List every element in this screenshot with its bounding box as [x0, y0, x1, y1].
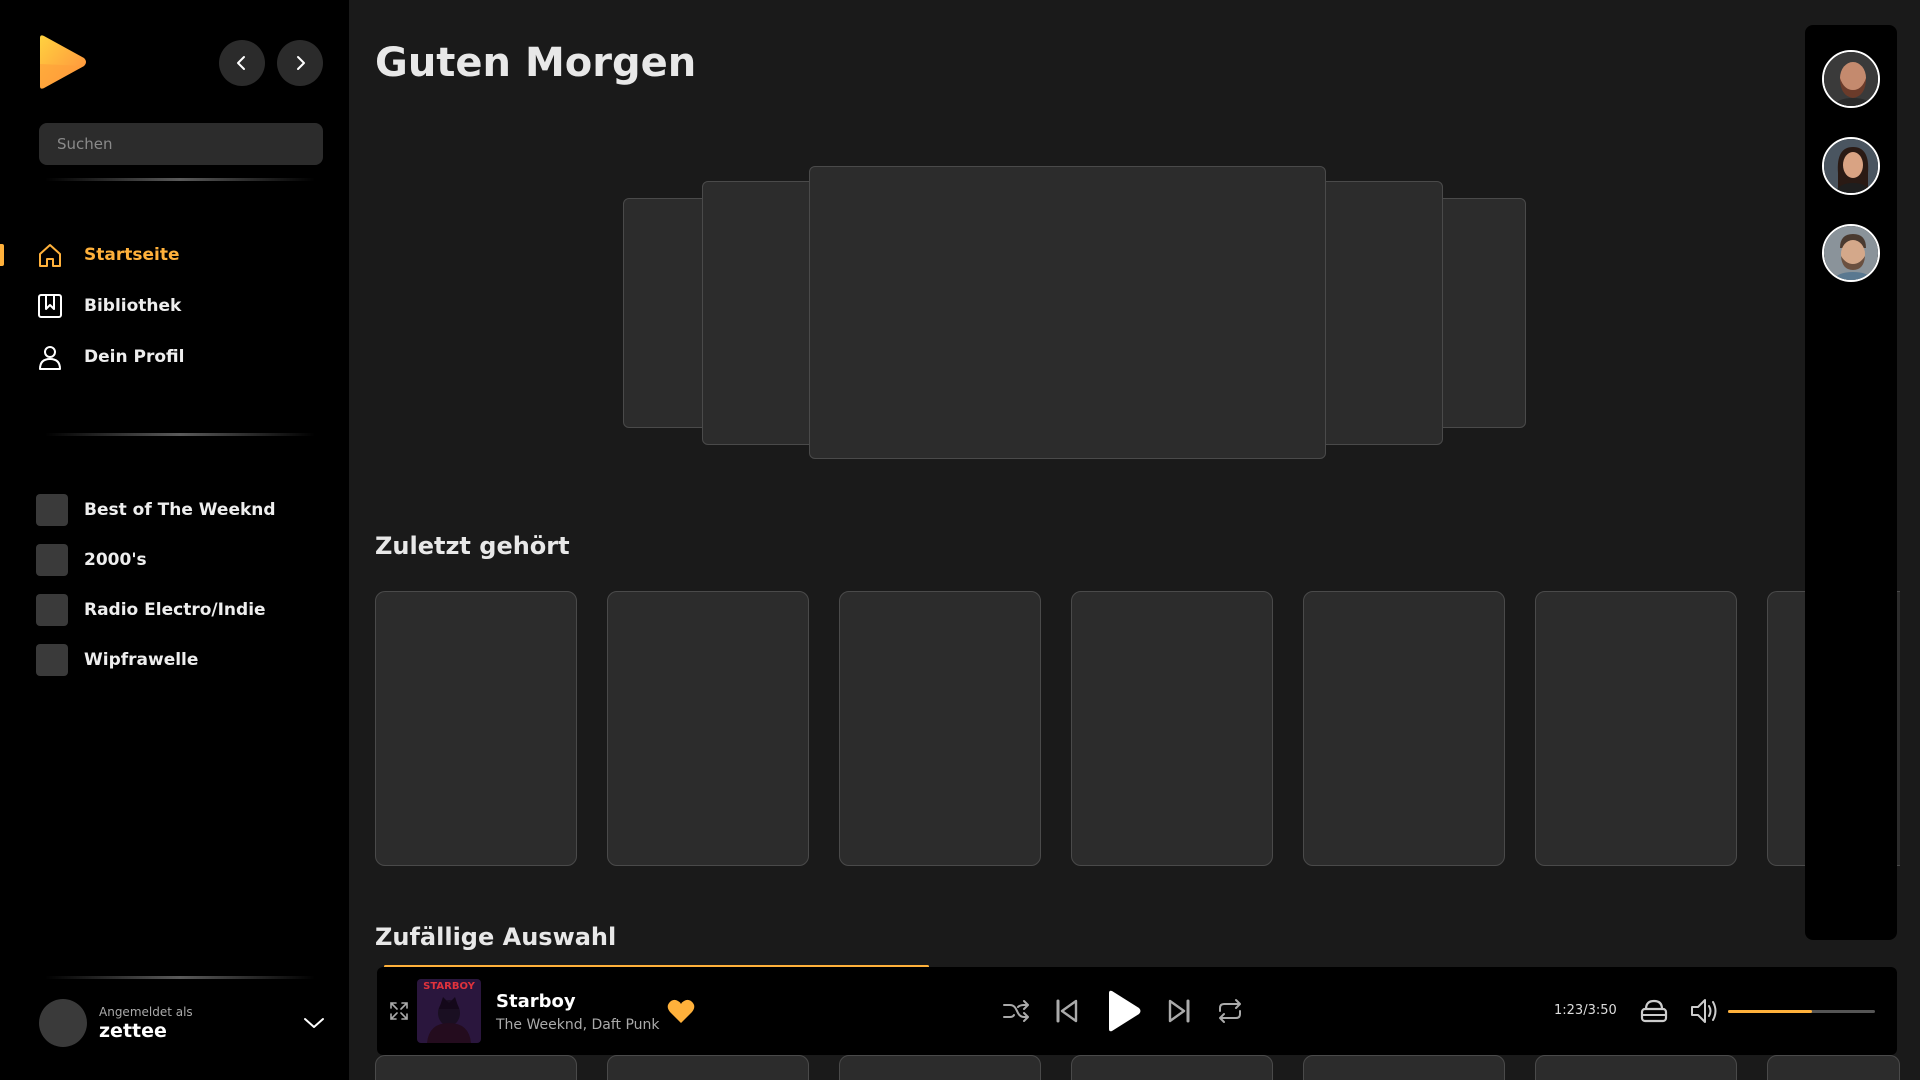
chevron-down-icon[interactable]: [302, 1013, 326, 1033]
playlist-label: 2000's: [84, 550, 147, 570]
random-card[interactable]: [1767, 1055, 1900, 1080]
friend-avatar[interactable]: [1822, 137, 1880, 195]
playlist-thumbnail: [36, 494, 68, 526]
divider: [45, 433, 315, 436]
random-card[interactable]: [607, 1055, 809, 1080]
random-card[interactable]: [1071, 1055, 1273, 1080]
app-logo-icon[interactable]: [36, 34, 88, 90]
chevron-left-icon: [237, 56, 245, 70]
random-card[interactable]: [1303, 1055, 1505, 1080]
playlist-item[interactable]: 2000's: [36, 544, 147, 576]
playlist-item[interactable]: Best of The Weeknd: [36, 494, 276, 526]
repeat-button[interactable]: [1215, 997, 1245, 1025]
recent-card[interactable]: [1303, 591, 1505, 866]
next-button[interactable]: [1167, 998, 1191, 1024]
divider: [45, 976, 315, 979]
previous-button[interactable]: [1055, 998, 1079, 1024]
volume-slider-fill: [1728, 1010, 1812, 1013]
username: zettee: [99, 1019, 167, 1042]
album-cover[interactable]: STARBOY: [417, 979, 481, 1043]
user-account[interactable]: Angemeldet als zettee: [39, 999, 193, 1047]
play-button[interactable]: [1103, 989, 1143, 1033]
track-title[interactable]: Starboy: [496, 991, 576, 1012]
device-icon: [1640, 999, 1668, 1023]
recent-card[interactable]: [375, 591, 577, 866]
cover-title: STARBOY: [423, 981, 475, 992]
shuffle-button[interactable]: [1001, 997, 1031, 1025]
friend-photo: [1824, 226, 1878, 280]
bookmark-icon: [36, 292, 64, 320]
random-card[interactable]: [839, 1055, 1041, 1080]
search-input[interactable]: [39, 123, 323, 165]
friend-photo: [1824, 139, 1878, 193]
playlist-label: Wipfrawelle: [84, 650, 199, 670]
divider: [45, 178, 315, 181]
skip-back-icon: [1056, 999, 1078, 1023]
friends-panel: [1805, 25, 1897, 940]
nav-item-startseite[interactable]: Startseite: [36, 239, 179, 271]
nav-item-bibliothek[interactable]: Bibliothek: [36, 290, 181, 322]
repeat-icon: [1219, 999, 1241, 1023]
home-icon: [36, 241, 64, 269]
page-title: Guten Morgen: [375, 40, 697, 86]
playlist-item[interactable]: Radio Electro/Indie: [36, 594, 266, 626]
volume-button[interactable]: [1689, 996, 1721, 1026]
friend-photo: [1824, 52, 1878, 106]
random-card[interactable]: [375, 1055, 577, 1080]
playback-time: 1:23/3:50: [1554, 1003, 1617, 1018]
nav-item-profil[interactable]: Dein Profil: [36, 341, 184, 373]
track-artist[interactable]: The Weeknd, Daft Punk: [496, 1017, 660, 1033]
back-button[interactable]: [219, 40, 265, 86]
logged-in-caption: Angemeldet als: [99, 1004, 193, 1019]
active-indicator: [0, 244, 4, 266]
playlist-label: Radio Electro/Indie: [84, 600, 266, 620]
devices-button[interactable]: [1639, 997, 1669, 1025]
forward-button[interactable]: [277, 40, 323, 86]
playlist-item[interactable]: Wipfrawelle: [36, 644, 198, 676]
expand-icon[interactable]: [387, 999, 411, 1023]
playlist-thumbnail: [36, 644, 68, 676]
carousel-card-featured[interactable]: [809, 166, 1326, 459]
sidebar: Startseite Bibliothek Dein Profil Best o…: [0, 0, 349, 1080]
player-bar: STARBOY Starboy The Weeknd, Daft Punk 1:…: [377, 967, 1897, 1055]
volume-icon: [1691, 999, 1717, 1023]
volume-slider[interactable]: [1728, 1010, 1875, 1013]
user-icon: [36, 343, 64, 371]
nav-item-label: Startseite: [84, 245, 180, 265]
play-icon: [1109, 990, 1141, 1032]
section-title-random: Zufällige Auswahl: [375, 923, 617, 951]
recent-card[interactable]: [1535, 591, 1737, 866]
playlist-thumbnail: [36, 544, 68, 576]
nav-item-label: Bibliothek: [84, 296, 182, 316]
section-title-recent: Zuletzt gehört: [375, 532, 570, 560]
friend-avatar[interactable]: [1822, 224, 1880, 282]
avatar: [39, 999, 87, 1047]
skip-forward-icon: [1168, 999, 1190, 1023]
recent-card[interactable]: [1071, 591, 1273, 866]
chevron-right-icon: [297, 56, 305, 70]
recent-card[interactable]: [839, 591, 1041, 866]
playlist-thumbnail: [36, 594, 68, 626]
playlist-label: Best of The Weeknd: [84, 500, 276, 520]
random-card[interactable]: [1535, 1055, 1737, 1080]
heart-icon[interactable]: [666, 997, 696, 1025]
shuffle-icon: [1003, 1000, 1029, 1022]
friend-avatar[interactable]: [1822, 50, 1880, 108]
recent-card[interactable]: [607, 591, 809, 866]
nav-item-label: Dein Profil: [84, 347, 185, 367]
